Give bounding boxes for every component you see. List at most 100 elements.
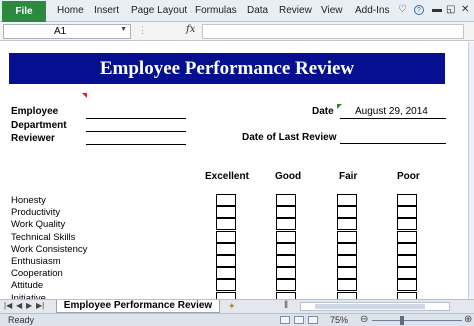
insert-sheet-icon[interactable]: ✦ [228, 301, 236, 312]
rating-checkbox-fair[interactable] [337, 242, 357, 255]
rating-checkbox-excellent[interactable] [216, 267, 236, 280]
rating-checkbox-good[interactable] [276, 242, 296, 255]
tab-formulas[interactable]: Formulas [195, 5, 237, 16]
rating-checkbox-good[interactable] [276, 218, 296, 231]
rating-checkbox-poor[interactable] [397, 194, 417, 206]
rating-checkbox-good[interactable] [276, 267, 296, 280]
criterion-label: Attitude [11, 280, 44, 292]
rating-checkbox-poor[interactable] [397, 218, 417, 231]
horizontal-scrollbar[interactable] [300, 302, 450, 311]
rating-header-good: Good [275, 171, 302, 182]
first-sheet-icon[interactable]: |◀ [4, 301, 12, 310]
rating-checkbox-good[interactable] [276, 194, 296, 206]
rating-checkbox-excellent[interactable] [216, 279, 236, 292]
rating-checkbox-good[interactable] [276, 291, 296, 299]
last-review-label: Date of Last Review [242, 132, 337, 143]
criterion-label: Enthusiasm [11, 256, 61, 267]
name-box-value: A1 [54, 26, 67, 37]
rating-checkbox-fair[interactable] [337, 279, 357, 292]
tab-home[interactable]: Home [57, 5, 84, 16]
zoom-slider[interactable] [372, 320, 462, 321]
normal-view-icon[interactable] [280, 316, 290, 324]
date-underline [340, 118, 446, 119]
page-break-view-icon[interactable] [308, 316, 318, 324]
heart-icon[interactable]: ♡ [398, 4, 407, 15]
rating-checkbox-good[interactable] [276, 206, 296, 219]
employee-field[interactable] [86, 118, 186, 119]
tab-insert[interactable]: Insert [94, 5, 119, 16]
tab-review[interactable]: Review [279, 5, 312, 16]
rating-header-excellent: Excellent [205, 171, 249, 182]
minimize-icon[interactable]: ▬ [432, 4, 442, 15]
rating-checkbox-poor[interactable] [397, 230, 417, 243]
status-bar: Ready 75% ⊖ ⊕ [0, 313, 474, 326]
rating-checkbox-good[interactable] [276, 255, 296, 267]
rating-checkbox-fair[interactable] [337, 230, 357, 243]
vertical-scrollbar[interactable] [468, 42, 474, 299]
criterion-label: Honesty [11, 195, 46, 206]
next-sheet-icon[interactable]: ▶ [26, 301, 32, 310]
formula-bar: A1 ▼ ⋮ fx [0, 22, 474, 41]
rating-checkbox-poor[interactable] [397, 206, 417, 219]
error-indicator[interactable] [337, 104, 342, 109]
zoom-out-icon[interactable]: ⊖ [360, 314, 368, 325]
page-layout-view-icon[interactable] [294, 316, 304, 324]
name-box[interactable]: A1 ▼ [3, 24, 131, 39]
rating-checkbox-fair[interactable] [337, 194, 357, 206]
tab-view[interactable]: View [321, 5, 343, 16]
ribbon-tab-bar: File Home Insert Page Layout Formulas Da… [0, 0, 474, 22]
close-icon[interactable]: ✕ [461, 4, 469, 15]
rating-checkbox-poor[interactable] [397, 255, 417, 267]
reviewer-field[interactable] [86, 144, 186, 145]
rating-checkbox-excellent[interactable] [216, 206, 236, 219]
tab-add-ins[interactable]: Add-Ins [355, 5, 389, 16]
date-value[interactable]: August 29, 2014 [355, 106, 428, 117]
tab-split-grip-icon[interactable]: ‖ [284, 300, 288, 311]
sheet-tab-active[interactable]: Employee Performance Review [56, 300, 220, 313]
sheet-tab-bar: |◀ ◀ ▶ ▶| Employee Performance Review ✦ … [0, 299, 474, 313]
restore-icon[interactable]: ◱ [446, 4, 455, 15]
rating-checkbox-excellent[interactable] [216, 291, 236, 299]
chevron-down-icon[interactable]: ▼ [120, 26, 127, 33]
rating-checkbox-poor[interactable] [397, 279, 417, 292]
zoom-level[interactable]: 75% [330, 315, 348, 325]
horizontal-scroll-thumb[interactable] [315, 304, 425, 309]
page-title: Employee Performance Review [9, 53, 445, 84]
last-sheet-icon[interactable]: ▶| [36, 301, 44, 310]
rating-checkbox-fair[interactable] [337, 218, 357, 231]
rating-header-poor: Poor [397, 171, 420, 182]
comment-indicator[interactable] [82, 93, 87, 98]
file-tab[interactable]: File [2, 1, 46, 22]
rating-checkbox-fair[interactable] [337, 206, 357, 219]
rating-checkbox-excellent[interactable] [216, 242, 236, 255]
date-label: Date [312, 106, 334, 117]
rating-checkbox-poor[interactable] [397, 267, 417, 280]
rating-checkbox-poor[interactable] [397, 291, 417, 299]
rating-checkbox-fair[interactable] [337, 255, 357, 267]
worksheet[interactable]: Employee Performance Review Employee Dep… [0, 42, 468, 299]
rating-checkbox-good[interactable] [276, 230, 296, 243]
rating-checkbox-poor[interactable] [397, 242, 417, 255]
zoom-slider-knob[interactable] [400, 316, 404, 325]
rating-checkbox-excellent[interactable] [216, 255, 236, 267]
department-field[interactable] [86, 131, 186, 132]
rating-checkbox-fair[interactable] [337, 291, 357, 299]
rating-checkbox-good[interactable] [276, 279, 296, 292]
rating-checkbox-excellent[interactable] [216, 230, 236, 243]
rating-header-fair: Fair [339, 171, 358, 182]
prev-sheet-icon[interactable]: ◀ [16, 301, 22, 310]
employee-label: Employee [11, 106, 59, 117]
criterion-label: Technical Skills [11, 231, 76, 243]
last-review-field[interactable] [340, 143, 446, 144]
tab-page-layout[interactable]: Page Layout [131, 5, 187, 16]
tab-data[interactable]: Data [247, 5, 268, 16]
help-icon[interactable]: ? [414, 5, 424, 15]
formula-input[interactable] [202, 24, 464, 39]
zoom-in-icon[interactable]: ⊕ [464, 314, 472, 325]
criterion-label: Productivity [11, 207, 61, 219]
rating-checkbox-excellent[interactable] [216, 194, 236, 206]
rating-checkbox-excellent[interactable] [216, 218, 236, 231]
rating-checkbox-fair[interactable] [337, 267, 357, 280]
reviewer-label: Reviewer [11, 133, 55, 144]
insert-function-button[interactable]: fx [186, 24, 195, 35]
